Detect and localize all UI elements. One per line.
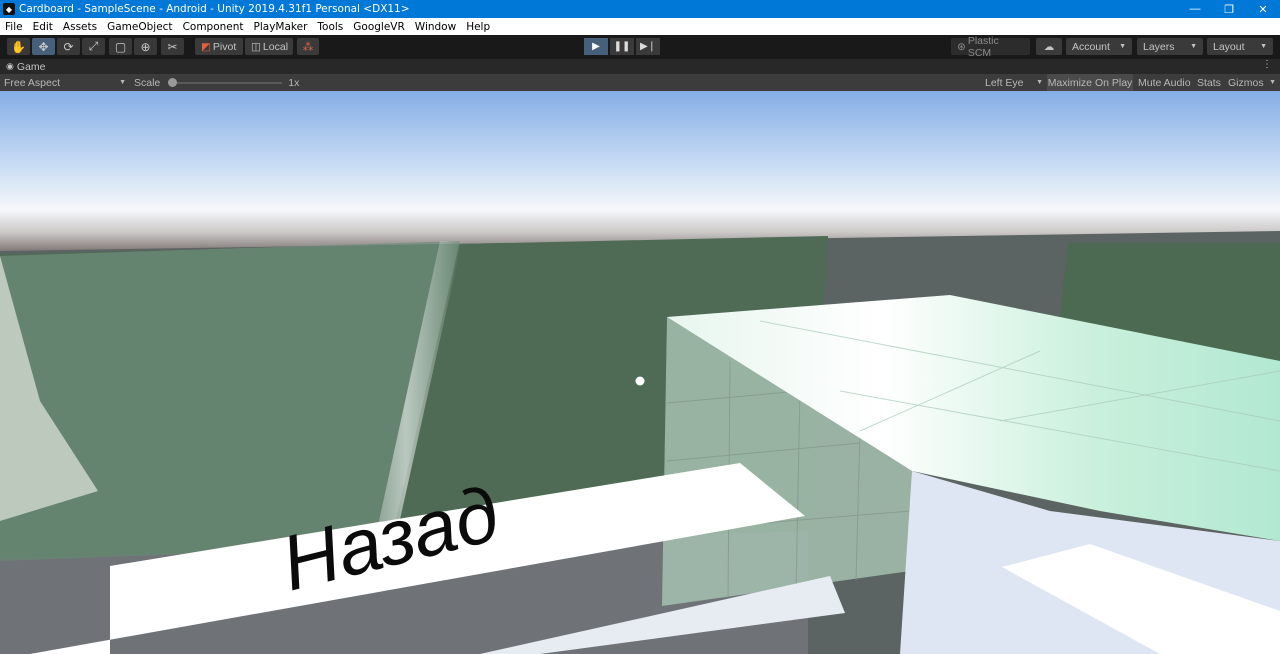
gamepad-icon: ◉ — [6, 61, 14, 71]
title-bar: ◆ Cardboard - SampleScene - Android - Un… — [0, 0, 1280, 18]
local-toggle[interactable]: ◫ Local — [245, 38, 293, 55]
window-controls: — ❐ ✕ — [1178, 0, 1280, 18]
step-icon: ▶❘ — [639, 41, 657, 52]
game-view-toolbar: Free Aspect ▼ Scale 1x Left Eye ▼ Maximi… — [0, 74, 1280, 91]
menu-edit[interactable]: Edit — [28, 21, 58, 33]
chevron-down-icon: ▼ — [1269, 79, 1276, 86]
grid-snap-button[interactable]: ⁂ — [297, 38, 319, 55]
tab-game[interactable]: ◉ Game — [0, 61, 45, 73]
chevron-down-icon: ▼ — [119, 79, 126, 86]
mute-audio-toggle[interactable]: Mute Audio — [1138, 74, 1191, 91]
aspect-dropdown[interactable]: Free Aspect ▼ — [4, 74, 126, 91]
play-icon: ▶ — [592, 41, 600, 52]
menu-gameobject[interactable]: GameObject — [102, 21, 177, 33]
aspect-label: Free Aspect — [4, 76, 61, 89]
cloud-icon: ☁ — [1043, 40, 1055, 53]
pause-icon: ❚❚ — [613, 41, 631, 52]
maximize-label: Maximize On Play — [1047, 76, 1133, 89]
account-label: Account — [1072, 40, 1110, 53]
scale-label: Scale — [134, 76, 161, 89]
chevron-down-icon: ▼ — [1036, 79, 1043, 86]
menu-help[interactable]: Help — [461, 21, 495, 33]
mute-label: Mute Audio — [1138, 76, 1191, 89]
custom-tool-icon: ✂ — [167, 39, 178, 54]
layout-dropdown[interactable]: Layout ▼ — [1207, 38, 1273, 55]
cloud-button[interactable]: ☁ — [1036, 38, 1062, 55]
plastic-scm-button[interactable]: ⊛ Plastic SCM — [951, 35, 1030, 59]
menu-playmaker[interactable]: PlayMaker — [249, 21, 313, 33]
menu-assets[interactable]: Assets — [58, 21, 102, 33]
gizmos-dropdown[interactable]: Gizmos ▼ — [1228, 74, 1276, 91]
menu-file[interactable]: File — [0, 21, 28, 33]
chevron-down-icon: ▼ — [1190, 43, 1197, 50]
scale-slider[interactable]: Scale 1x — [134, 74, 299, 91]
scale-icon: ⤢ — [88, 39, 99, 53]
rect-icon: ▢ — [114, 39, 127, 54]
custom-tool-button[interactable]: ✂ — [161, 38, 184, 55]
layers-dropdown[interactable]: Layers ▼ — [1137, 38, 1203, 55]
main-toolbar: ✋ ✥ ⟳ ⤢ ▢ ⊕ ✂ ◩ Pivot ◫ Local ⁂ ▶ ❚❚ ▶❘ … — [0, 35, 1280, 59]
scale-slider-track[interactable] — [168, 77, 283, 87]
plastic-label: Plastic SCM — [967, 34, 999, 59]
scale-slider-knob[interactable] — [168, 77, 178, 87]
layers-label: Layers — [1143, 40, 1175, 53]
game-tab-bar: ◉ Game ⋮ — [0, 59, 1280, 74]
menu-tools[interactable]: Tools — [312, 21, 348, 33]
menu-component[interactable]: Component — [178, 21, 249, 33]
step-button[interactable]: ▶❘ — [636, 38, 660, 55]
pivot-icon: ◩ — [201, 40, 211, 53]
unity-logo-icon: ◆ — [3, 3, 15, 15]
grid-icon: ⁂ — [302, 40, 314, 53]
hand-tool-button[interactable]: ✋ — [7, 38, 30, 55]
move-tool-button[interactable]: ✥ — [32, 38, 55, 55]
move-icon: ✥ — [38, 39, 49, 54]
kebab-menu-icon[interactable]: ⋮ — [1262, 59, 1272, 70]
pause-button[interactable]: ❚❚ — [610, 38, 634, 55]
rect-tool-button[interactable]: ▢ — [109, 38, 132, 55]
scale-value: 1x — [288, 76, 300, 89]
chevron-down-icon: ▼ — [1260, 43, 1267, 50]
game-viewport[interactable]: Назад — [0, 91, 1280, 654]
transform-icon: ⊕ — [140, 39, 151, 54]
account-dropdown[interactable]: Account ▼ — [1066, 38, 1132, 55]
transform-tool-button[interactable]: ⊕ — [134, 38, 157, 55]
rotate-icon: ⟳ — [63, 39, 74, 54]
layout-label: Layout — [1213, 40, 1245, 53]
stats-toggle[interactable]: Stats — [1197, 74, 1221, 91]
minimize-button[interactable]: — — [1178, 0, 1212, 18]
pivot-toggle[interactable]: ◩ Pivot — [195, 38, 243, 55]
play-button[interactable]: ▶ — [584, 38, 608, 55]
close-button[interactable]: ✕ — [1246, 0, 1280, 18]
menu-bar: File Edit Assets GameObject Component Pl… — [0, 18, 1280, 35]
rotate-tool-button[interactable]: ⟳ — [57, 38, 80, 55]
sky — [0, 91, 1280, 256]
eye-label: Left Eye — [985, 76, 1024, 89]
eye-dropdown[interactable]: Left Eye ▼ — [985, 74, 1043, 91]
maximize-on-play-toggle[interactable]: Maximize On Play — [1047, 74, 1133, 91]
hand-icon: ✋ — [11, 39, 26, 54]
menu-googlevr[interactable]: GoogleVR — [348, 21, 410, 33]
local-icon: ◫ — [251, 40, 261, 53]
restore-button[interactable]: ❐ — [1212, 0, 1246, 18]
local-label: Local — [262, 40, 289, 53]
window-title: Cardboard - SampleScene - Android - Unit… — [19, 3, 410, 15]
gaze-reticle — [635, 376, 645, 386]
scale-tool-button[interactable]: ⤢ — [82, 38, 105, 55]
scene-render: Назад — [0, 91, 1280, 654]
plastic-icon: ⊛ — [957, 40, 966, 53]
menu-window[interactable]: Window — [410, 21, 461, 33]
stats-label: Stats — [1197, 76, 1221, 89]
gizmos-label: Gizmos — [1228, 76, 1264, 89]
chevron-down-icon: ▼ — [1119, 43, 1126, 50]
tab-game-label: Game — [16, 60, 46, 73]
pivot-label: Pivot — [212, 40, 237, 53]
